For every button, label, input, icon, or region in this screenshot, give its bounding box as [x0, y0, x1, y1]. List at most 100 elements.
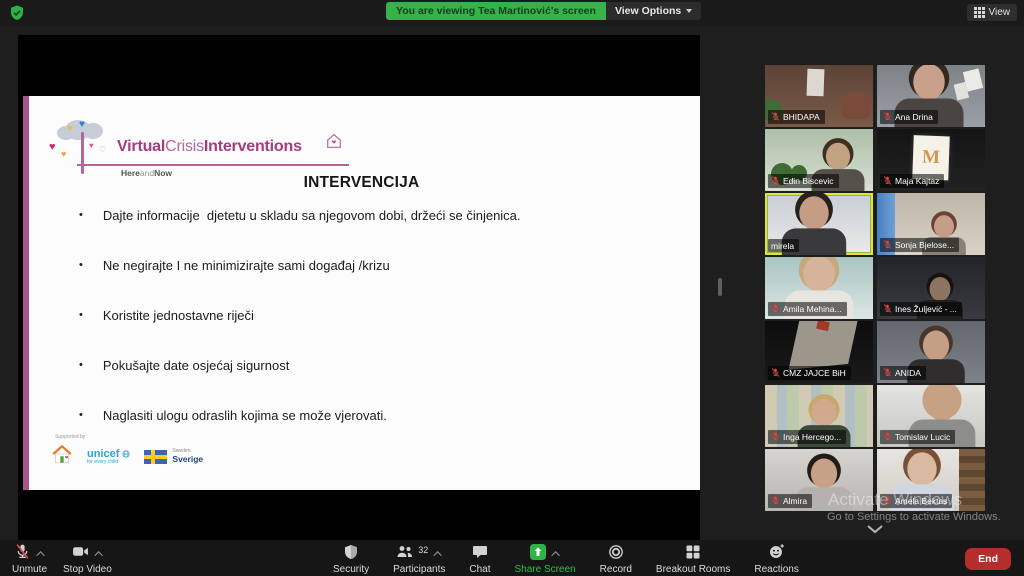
- slide-accent-strip: [23, 96, 29, 490]
- tool-label: Participants: [393, 564, 445, 575]
- participant-name-label: CMZ JAJCE BiH: [768, 366, 851, 380]
- heart-icon: ♥: [89, 142, 94, 150]
- participant-name: Almira: [783, 496, 807, 506]
- participant-tile-anida[interactable]: ANIDA: [877, 321, 985, 383]
- gallery-grid-icon: [974, 7, 985, 18]
- toolbar-chat-button[interactable]: Chat: [469, 545, 490, 575]
- toolbar-center-group: Security 32 Participants Chat: [333, 545, 799, 575]
- toolbar-unmute-button[interactable]: Unmute: [12, 545, 47, 575]
- muted-mic-icon: [771, 112, 780, 123]
- bullet-dot: •: [79, 209, 83, 223]
- toolbar-reactions-button[interactable]: Reactions: [754, 545, 798, 575]
- top-bar: You are viewing Tea Martinović's screen …: [0, 0, 1024, 26]
- toolbar-record-button[interactable]: Record: [600, 545, 632, 575]
- record-icon: [608, 544, 624, 565]
- toolbar-share-screen-button[interactable]: Share Screen: [515, 545, 576, 575]
- participant-name: ANIDA: [895, 368, 921, 378]
- tool-label: Chat: [469, 564, 490, 575]
- bullet-text: Ne negirajte I ne minimizirajte sami dog…: [103, 258, 390, 273]
- participant-tile-ana-drina[interactable]: Ana Drina: [877, 65, 985, 127]
- slide-bullet: •Dajte informacije djetetu u skladu sa n…: [79, 208, 659, 223]
- slide-bullet-list: •Dajte informacije djetetu u skladu sa n…: [79, 208, 659, 458]
- muted-mic-icon: [771, 432, 780, 443]
- muted-mic-icon: [883, 432, 892, 443]
- heart-icon: ♥: [67, 124, 72, 133]
- participant-name: Ana Drina: [895, 112, 933, 122]
- participant-tile-bhidapa[interactable]: BHIDAPA: [765, 65, 873, 127]
- muted-mic-icon: [771, 176, 780, 187]
- participant-tile-edin-biscevic[interactable]: Edin Biscevic: [765, 129, 873, 191]
- participants-gallery: BHIDAPA Ana Drina Edin Biscevic M: [765, 65, 985, 511]
- participant-name-label: Edin Biscevic: [768, 174, 839, 188]
- participant-name: Edin Biscevic: [783, 176, 834, 186]
- participant-name-label: Amila Mehina...: [768, 302, 847, 316]
- view-options-label: View Options: [615, 2, 681, 20]
- toolbar-left-group: Unmute Stop Video: [12, 545, 112, 575]
- tool-label: Security: [333, 564, 369, 575]
- chevron-up-icon[interactable]: [94, 551, 102, 559]
- participants-count-badge: 32: [418, 545, 428, 555]
- shield-icon: [343, 544, 359, 565]
- slide-bullet: •Pokušajte date osjećaj sigurnost: [79, 358, 659, 373]
- participant-name-label: Ana Drina: [880, 110, 938, 124]
- toolbar-breakout-rooms-button[interactable]: Breakout Rooms: [656, 545, 730, 575]
- participant-name-label: Ines Žuljević - ...: [880, 302, 962, 316]
- bullet-dot: •: [79, 409, 83, 423]
- activate-windows-watermark-line2: Go to Settings to activate Windows.: [827, 511, 1001, 523]
- chevron-up-icon[interactable]: [36, 551, 44, 559]
- view-button[interactable]: View: [967, 4, 1018, 21]
- tool-label: Record: [600, 564, 632, 575]
- participant-name: Amila Mehina...: [783, 304, 842, 314]
- participant-name-label: Almira: [768, 494, 812, 508]
- participant-name: CMZ JAJCE BiH: [783, 368, 846, 378]
- meeting-toolbar: Unmute Stop Video Security 32: [0, 540, 1024, 576]
- participant-tile-maja-kajtaz[interactable]: M Maja Kajtaz: [877, 129, 985, 191]
- participant-tile-tomislav-lucic[interactable]: Tomislav Lucic: [877, 385, 985, 447]
- toolbar-stop-video-button[interactable]: Stop Video: [63, 545, 112, 575]
- participant-tile-ines-uljevi[interactable]: Ines Žuljević - ...: [877, 257, 985, 319]
- toolbar-security-button[interactable]: Security: [333, 545, 369, 575]
- participant-name-label: ANIDA: [880, 366, 926, 380]
- participant-name-label: mirela: [768, 239, 799, 252]
- slide-title: INTERVENCIJA: [23, 174, 700, 192]
- here-and-now-house-logo: [51, 443, 73, 470]
- brand-wordmark: VirtualCrisisInterventions: [117, 138, 302, 156]
- meeting-info-shield-icon[interactable]: [9, 5, 25, 21]
- virtual-crisis-interventions-logo: ♥ ♥ ♥ ♥ ♥ ♡ VirtualCrisisInterventions H…: [53, 120, 343, 182]
- muted-mic-icon: [883, 176, 892, 187]
- muted-mic-icon: [771, 368, 780, 379]
- chat-icon: [472, 544, 488, 565]
- panel-resize-handle[interactable]: [718, 278, 722, 296]
- participant-tile-cmz-jajce-bih[interactable]: CMZ JAJCE BiH: [765, 321, 873, 383]
- camera-icon: [72, 543, 89, 565]
- participant-name: Sonja Bjelose...: [895, 240, 954, 250]
- participant-tile-inga-hercego[interactable]: Inga Hercego...: [765, 385, 873, 447]
- bullet-dot: •: [79, 259, 83, 273]
- collapse-gallery-chevron-icon[interactable]: [866, 521, 884, 531]
- slide-bullet: •Koristite jednostavne riječi: [79, 308, 659, 323]
- chevron-up-icon[interactable]: [434, 551, 442, 559]
- participant-name: BHIDAPA: [783, 112, 820, 122]
- muted-mic-icon: [883, 240, 892, 251]
- sweden-flag-icon: [144, 450, 167, 464]
- muted-mic-icon: [771, 496, 780, 507]
- toolbar-participants-button[interactable]: 32 Participants: [393, 545, 445, 575]
- muted-mic-icon: [883, 112, 892, 123]
- chevron-up-icon[interactable]: [551, 551, 559, 559]
- slide-bullet: • Naglasiti ulogu odraslih kojima se može…: [79, 408, 659, 423]
- participant-name: mirela: [771, 241, 794, 251]
- bullet-text: Naglasiti ulogu odraslih kojima se može …: [103, 408, 387, 423]
- participant-tile-amila-mehina[interactable]: Amila Mehina...: [765, 257, 873, 319]
- end-meeting-button[interactable]: End: [965, 548, 1011, 570]
- participant-name-label: Maja Kajtaz: [880, 174, 944, 188]
- participant-tile-sonja-bjelose[interactable]: Sonja Bjelose...: [877, 193, 985, 255]
- view-options-button[interactable]: View Options: [606, 2, 701, 20]
- sweden-sverige-logo: SwedenSverige: [144, 449, 203, 464]
- people-icon: [396, 544, 414, 565]
- participant-name-label: BHIDAPA: [768, 110, 825, 124]
- viewing-screen-banner: You are viewing Tea Martinović's screen: [386, 2, 606, 20]
- tool-label: Unmute: [12, 564, 47, 575]
- heart-icon: ♥: [49, 142, 56, 153]
- activate-windows-watermark: Activate Windows: [828, 490, 962, 510]
- participant-tile-mirela[interactable]: mirela: [765, 193, 873, 255]
